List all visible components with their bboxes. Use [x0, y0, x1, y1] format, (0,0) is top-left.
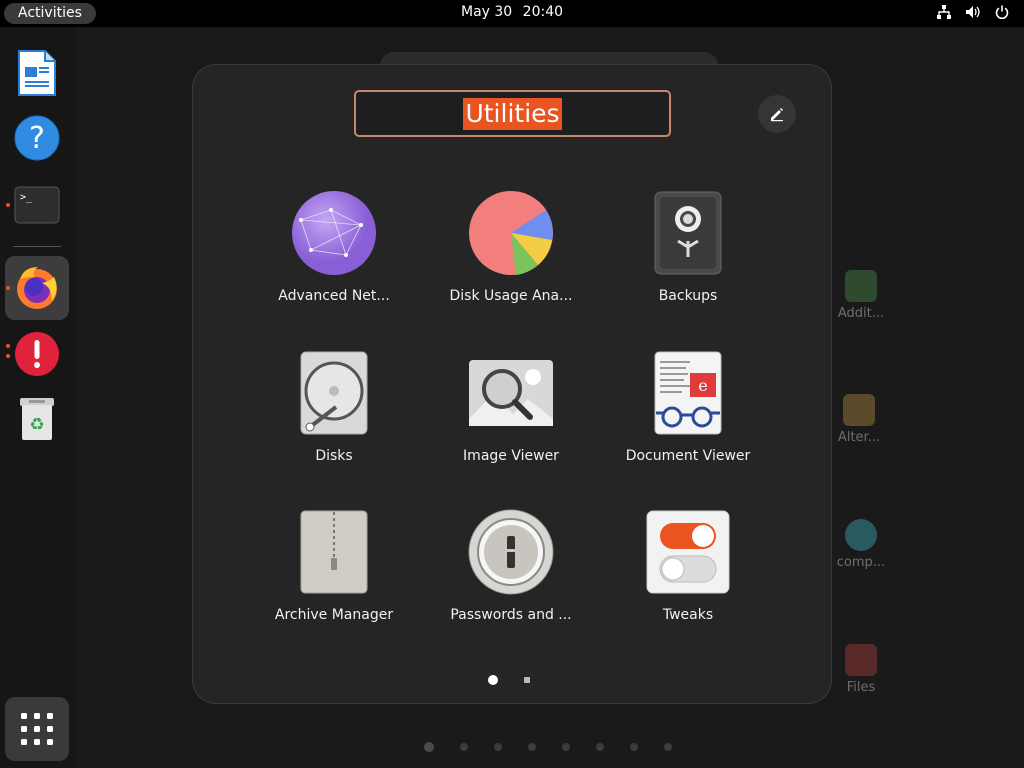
app-label: Tweaks [662, 607, 714, 623]
app-label: Image Viewer [463, 448, 559, 464]
dock-item-updater[interactable] [5, 322, 69, 386]
advanced-network-icon [291, 190, 377, 276]
svg-text:>_: >_ [20, 192, 33, 203]
app-label: Backups [658, 288, 718, 304]
app-label: Disks [315, 448, 353, 464]
document-writer-icon [18, 50, 56, 96]
clock-time: 20:40 [522, 4, 564, 20]
firefox-icon [17, 267, 57, 309]
folder-page-indicator[interactable] [488, 675, 530, 685]
archive-manager-icon [291, 509, 377, 595]
page-dot[interactable] [630, 743, 638, 751]
app-archive-manager[interactable]: Archive Manager [259, 509, 409, 623]
dock: ? >_ ♻ [0, 27, 75, 768]
dock-separator [13, 246, 61, 247]
app-label: Advanced Net... [278, 288, 390, 304]
background-app-alternatives[interactable]: Alter... [824, 394, 894, 445]
power-icon[interactable] [994, 4, 1010, 20]
page-dot[interactable] [664, 743, 672, 751]
rename-folder-button[interactable] [758, 95, 796, 133]
page-dot[interactable] [494, 743, 502, 751]
running-indicator [6, 203, 10, 207]
top-bar: Activities May 30 20:40 [0, 0, 1024, 27]
app-disks[interactable]: Disks [259, 350, 409, 464]
page-dot[interactable] [424, 742, 434, 752]
clock[interactable]: May 30 20:40 [0, 4, 1024, 20]
page-dot[interactable] [596, 743, 604, 751]
background-app-label: Alter... [837, 430, 881, 445]
running-indicator [6, 344, 10, 348]
folder-icon [845, 644, 877, 676]
warning-icon [15, 332, 59, 376]
page-dot[interactable] [460, 743, 468, 751]
background-app-files[interactable]: Files [826, 644, 896, 695]
app-image-viewer[interactable]: Image Viewer [436, 350, 586, 464]
show-applications-button[interactable] [5, 697, 69, 761]
app-document-viewer[interactable]: e Document Viewer [613, 350, 763, 464]
app-tweaks[interactable]: Tweaks [613, 509, 763, 623]
app-folder-dialog: Utilities Advanced Net... Disk Usage Ana… [192, 64, 832, 704]
app-advanced-network[interactable]: Advanced Net... [259, 190, 409, 304]
passwords-keyring-icon [468, 509, 554, 595]
page-dot[interactable] [562, 743, 570, 751]
app-disk-usage-analyzer[interactable]: Disk Usage Ana... [436, 190, 586, 304]
background-app-additional-drivers[interactable]: Addit... [826, 270, 896, 321]
trash-icon: ♻ [20, 398, 54, 440]
folder-page-dot[interactable] [524, 677, 530, 683]
background-app-label: Files [846, 680, 876, 695]
tweaks-toggle-icon [645, 509, 731, 595]
app-passwords-and-keys[interactable]: Passwords and ... [436, 509, 586, 623]
background-app-compiz[interactable]: comp... [826, 519, 896, 570]
clock-date: May 30 [460, 4, 513, 20]
terminal-icon: >_ [14, 186, 60, 224]
overview-page-indicator[interactable] [424, 742, 672, 752]
background-app-label: Addit... [837, 306, 885, 321]
dock-item-terminal[interactable]: >_ [5, 173, 69, 237]
dock-item-help[interactable]: ? [5, 106, 69, 170]
dock-item-firefox[interactable] [5, 256, 69, 320]
app-label: Passwords and ... [450, 607, 572, 623]
folder-name-selected-text: Utilities [463, 97, 562, 130]
grid-icon [21, 713, 53, 745]
document-viewer-icon: e [645, 350, 731, 436]
dock-item-trash[interactable]: ♻ [5, 387, 69, 451]
svg-text:e: e [698, 376, 707, 395]
help-icon: ? [14, 115, 60, 161]
app-label: Document Viewer [625, 448, 751, 464]
alternatives-icon [843, 394, 875, 426]
chip-icon [845, 270, 877, 302]
system-tray[interactable] [936, 4, 1010, 20]
app-backups[interactable]: Backups [613, 190, 763, 304]
page-dot[interactable] [528, 743, 536, 751]
backups-safe-icon [645, 190, 731, 276]
running-indicator [6, 354, 10, 358]
folder-page-dot-current[interactable] [488, 675, 498, 685]
volume-icon[interactable] [965, 4, 981, 20]
image-viewer-icon [468, 350, 554, 436]
svg-text:♻: ♻ [29, 415, 44, 435]
running-indicator [6, 286, 10, 290]
app-label: Archive Manager [274, 607, 394, 623]
folder-name-input[interactable]: Utilities [354, 90, 671, 137]
background-app-label: comp... [836, 555, 886, 570]
edit-pencil-icon [771, 108, 783, 122]
svg-text:?: ? [29, 121, 45, 156]
app-label: Disk Usage Ana... [449, 288, 573, 304]
dock-item-writer[interactable] [5, 41, 69, 105]
gear-icon [845, 519, 877, 551]
disk-usage-pie-icon [468, 190, 554, 276]
disks-icon [291, 350, 377, 436]
network-wired-icon[interactable] [936, 4, 952, 20]
